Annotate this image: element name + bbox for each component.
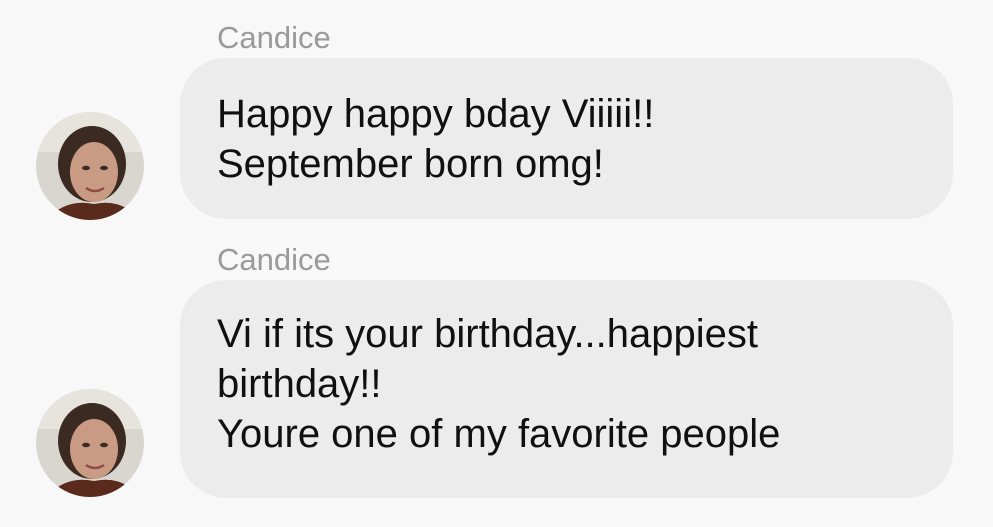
user-avatar-icon[interactable] bbox=[36, 112, 144, 220]
sender-name: Candice bbox=[217, 242, 331, 277]
sender-name: Candice bbox=[217, 20, 331, 55]
message-text: Happy happy bday Viiiii!! September born… bbox=[217, 92, 655, 186]
message-bubble[interactable]: Happy happy bday Viiiii!! September born… bbox=[180, 58, 953, 219]
message-text: Vi if its your birthday...happiest birth… bbox=[217, 312, 781, 456]
user-avatar-icon[interactable] bbox=[36, 389, 144, 497]
message-bubble[interactable]: Vi if its your birthday...happiest birth… bbox=[180, 280, 953, 498]
